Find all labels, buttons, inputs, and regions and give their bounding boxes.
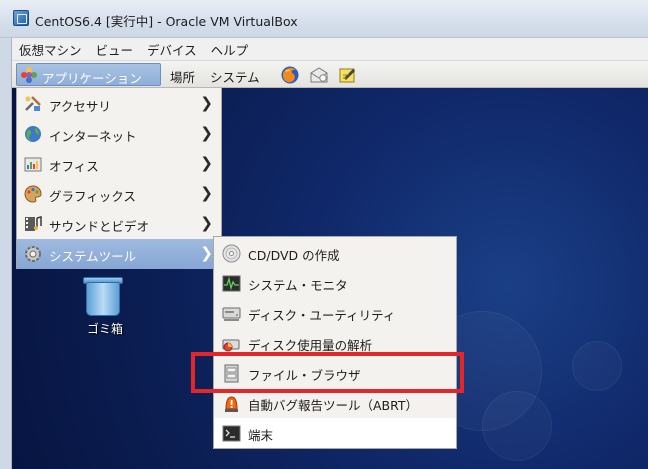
menu-item-sound-video[interactable]: サウンドとビデオ ❯: [17, 209, 221, 239]
office-icon: [24, 157, 42, 172]
window-left-frame: [0, 38, 12, 469]
menu-item-office[interactable]: オフィス ❯: [17, 149, 221, 179]
menu-item-label: オフィス: [49, 159, 99, 174]
places-menu[interactable]: 場所: [170, 67, 195, 86]
wallpaper-circle: [482, 391, 552, 461]
gnome-top-panel: アプリケーション 場所 システム: [12, 61, 648, 88]
graphics-palette-icon: [24, 185, 42, 203]
menu-item-label: サウンドとビデオ: [49, 219, 150, 234]
vbox-menubar: 仮想マシン ビュー デバイス ヘルプ: [12, 38, 648, 61]
submenu-item-terminal[interactable]: 端末: [214, 418, 456, 448]
menu-item-graphics[interactable]: グラフィックス ❯: [17, 179, 221, 209]
chevron-right-icon: ❯: [200, 244, 213, 262]
system-tools-submenu: CD/DVD の作成 システム・モニタ ディスク・ユーティリティ ディスク使用量…: [213, 236, 457, 449]
menu-item-label: システムツール: [49, 249, 137, 264]
disk-utility-icon: [222, 307, 241, 321]
wallpaper-circle: [572, 341, 622, 391]
highlight-box: [191, 352, 464, 393]
chevron-right-icon: ❯: [200, 214, 213, 232]
chevron-right-icon: ❯: [200, 154, 213, 172]
submenu-item-label: システム・モニタ: [248, 278, 348, 293]
internet-globe-icon: [25, 126, 41, 142]
chevron-right-icon: ❯: [200, 94, 213, 112]
window-title: CentOS6.4 [実行中] - Oracle VM VirtualBox: [35, 14, 298, 29]
menu-item-internet[interactable]: インターネット ❯: [17, 119, 221, 149]
menu-item-label: グラフィックス: [49, 189, 136, 204]
accessories-icon: [25, 96, 41, 111]
window-titlebar[interactable]: CentOS6.4 [実行中] - Oracle VM VirtualBox: [0, 0, 648, 38]
cd-icon: [222, 244, 241, 263]
bug-alert-icon: [225, 396, 238, 412]
menu-item-system-tools[interactable]: システムツール ❯: [17, 239, 221, 269]
menu-devices[interactable]: デバイス: [140, 40, 204, 59]
menu-view[interactable]: ビュー: [89, 40, 141, 59]
system-gear-icon: [25, 246, 41, 262]
submenu-item-label: CD/DVD の作成: [248, 248, 340, 263]
submenu-item-label: 端末: [248, 428, 274, 443]
menu-item-label: インターネット: [49, 129, 137, 144]
firefox-icon[interactable]: [280, 65, 300, 85]
trash-icon[interactable]: [82, 274, 126, 318]
applications-menu-button[interactable]: アプリケーション: [16, 63, 161, 86]
disk-usage-icon: [222, 339, 240, 352]
submenu-item-disk-utility[interactable]: ディスク・ユーティリティ: [214, 298, 456, 328]
mail-icon[interactable]: [309, 65, 329, 85]
trash-label: ゴミ箱: [86, 322, 123, 336]
menu-machine[interactable]: 仮想マシン: [12, 40, 89, 59]
guest-screen[interactable]: アプリケーション 場所 システム ゴミ箱 アクセサリ ❯ インターネット ❯ オ…: [12, 61, 648, 469]
menu-item-label: アクセサリ: [49, 99, 111, 114]
terminal-icon: [222, 425, 241, 442]
menu-help[interactable]: ヘルプ: [204, 40, 256, 59]
system-monitor-icon: [222, 275, 241, 292]
submenu-item-system-monitor[interactable]: システム・モニタ: [214, 268, 456, 298]
submenu-item-cd-dvd-create[interactable]: CD/DVD の作成: [214, 238, 456, 268]
chevron-right-icon: ❯: [200, 124, 213, 142]
chevron-right-icon: ❯: [200, 184, 213, 202]
virtualbox-app-icon: [13, 10, 29, 26]
submenu-item-label: ディスク・ユーティリティ: [248, 308, 396, 323]
gnome-foot-icon: [21, 67, 38, 84]
applications-dropdown: アクセサリ ❯ インターネット ❯ オフィス ❯ グラフィックス ❯ サウンドと…: [16, 88, 222, 269]
submenu-item-label: 自動バグ報告ツール（ABRT）: [248, 398, 419, 413]
menu-item-accessories[interactable]: アクセサリ ❯: [17, 89, 221, 119]
notes-icon[interactable]: [338, 65, 358, 85]
system-menu[interactable]: システム: [210, 67, 260, 86]
applications-menu-label: アプリケーション: [42, 71, 142, 86]
film-music-icon: [25, 216, 42, 231]
